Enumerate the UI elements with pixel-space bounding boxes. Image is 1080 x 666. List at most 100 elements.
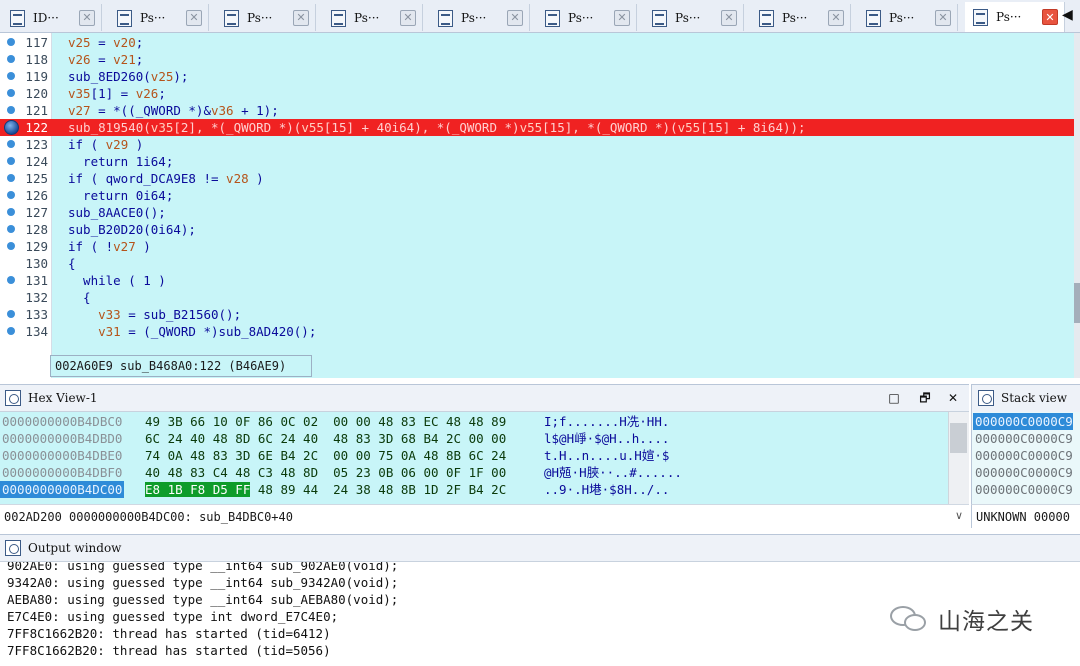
- code-line[interactable]: 133 v33 = sub_B21560();: [0, 306, 1074, 323]
- hex-status-bar: 002AD200 0000000000B4DC00: sub_B4DBC0+40: [0, 504, 969, 528]
- stack-row[interactable]: 000000C0000C9: [975, 481, 1073, 498]
- hex-address: 0000000000B4DBE0: [2, 448, 123, 463]
- variable-token[interactable]: v36: [211, 103, 234, 118]
- variable-token[interactable]: v25: [68, 35, 91, 50]
- hex-row[interactable]: 0000000000B4DBD0 6C 24 40 48 8D 6C 24 40 …: [0, 430, 948, 447]
- close-tab-icon[interactable]: ✕: [614, 9, 630, 26]
- tab-scroll-left-button[interactable]: ◀: [1062, 7, 1080, 27]
- code-text: sub_8AACE0();: [68, 205, 166, 220]
- code-line[interactable]: 117 v25 = v20;: [0, 34, 1074, 51]
- stack-list[interactable]: 000000C0000C9 000000C0000C9 000000C0000C9 0…: [971, 412, 1080, 504]
- minimize-icon[interactable]: □: [887, 391, 901, 405]
- variable-token[interactable]: v21: [113, 52, 136, 67]
- hex-row[interactable]: 0000000000B4DBC0 49 3B 66 10 0F 86 0C 02 …: [0, 413, 948, 430]
- line-number: 124: [25, 154, 48, 169]
- variable-token[interactable]: v26: [68, 52, 91, 67]
- variable-token[interactable]: v27: [113, 239, 136, 254]
- code-line[interactable]: 123 if ( v29 ): [0, 136, 1074, 153]
- code-line[interactable]: 127 sub_8AACE0();: [0, 204, 1074, 221]
- variable-token[interactable]: v35: [151, 120, 174, 135]
- chevron-down-icon[interactable]: ∨: [950, 504, 968, 528]
- tab-4[interactable]: Ps··· ✕: [323, 4, 423, 31]
- close-tab-icon[interactable]: ✕: [828, 9, 844, 26]
- hex-dump[interactable]: 0000000000B4DBC0 49 3B 66 10 0F 86 0C 02 …: [0, 412, 948, 504]
- wechat-icon: [888, 602, 932, 636]
- close-tab-icon[interactable]: ✕: [935, 9, 951, 26]
- close-tab-icon[interactable]: ✕: [1042, 9, 1058, 25]
- pseudocode-tab-icon: [865, 9, 883, 27]
- line-number: 134: [25, 324, 48, 339]
- code-scrollbar[interactable]: [1074, 33, 1080, 378]
- variable-token[interactable]: v29: [106, 137, 129, 152]
- tab-3[interactable]: Ps··· ✕: [216, 4, 316, 31]
- code-line[interactable]: 132 {: [0, 289, 1074, 306]
- tab-10[interactable]: Ps··· ✕: [965, 2, 1065, 32]
- close-tab-icon[interactable]: ✕: [507, 9, 523, 26]
- code-line[interactable]: 125 if ( qword_DCA9E8 != v28 ): [0, 170, 1074, 187]
- code-text: sub_B20D20(0i64);: [68, 222, 196, 237]
- code-line[interactable]: 121 v27 = *((_QWORD *)&v36 + 1);: [0, 102, 1074, 119]
- code-line[interactable]: 119 sub_8ED260(v25);: [0, 68, 1074, 85]
- tab-7[interactable]: Ps··· ✕: [644, 4, 744, 31]
- close-tab-icon[interactable]: ✕: [721, 9, 737, 26]
- tab-6[interactable]: Ps··· ✕: [537, 4, 637, 31]
- remaining-bytes: 48 89 44 24 38 48 8B 1D 2F B4 2C: [250, 482, 507, 497]
- pseudocode-tab-icon: [972, 8, 990, 26]
- stack-row[interactable]: 000000C0000C9: [975, 430, 1073, 447]
- tab-2[interactable]: Ps··· ✕: [109, 4, 209, 31]
- stack-row[interactable]: 000000C0000C9: [975, 464, 1073, 481]
- variable-token[interactable]: v20: [113, 35, 136, 50]
- variable-token[interactable]: v26: [136, 86, 159, 101]
- line-number: 120: [25, 86, 48, 101]
- stack-row[interactable]: 000000C0000C9: [975, 447, 1073, 464]
- code-line[interactable]: 124 return 1i64;: [0, 153, 1074, 170]
- close-tab-icon[interactable]: ✕: [186, 9, 202, 26]
- code-line[interactable]: 128 sub_B20D20(0i64);: [0, 221, 1074, 238]
- code-line[interactable]: 129 if ( !v27 ): [0, 238, 1074, 255]
- pseudocode-tab-icon: [223, 9, 241, 27]
- hex-row[interactable]: 0000000000B4DBE0 74 0A 48 83 3D 6E B4 2C …: [0, 447, 948, 464]
- tab-label: Ps···: [140, 10, 166, 25]
- breakpoint-line[interactable]: 122 sub_819540(v35[2], *(_QWORD *)(v55[15…: [0, 119, 1074, 136]
- tab-8[interactable]: Ps··· ✕: [751, 4, 851, 31]
- code-line[interactable]: 120 v35[1] = v26;: [0, 85, 1074, 102]
- code-line[interactable]: 126 return 0i64;: [0, 187, 1074, 204]
- variable-token[interactable]: v28: [226, 171, 249, 186]
- code-text: sub_8ED260(v25);: [68, 69, 189, 84]
- hex-row[interactable]: 0000000000B4DBF0 40 48 83 C4 48 C3 48 8D …: [0, 464, 948, 481]
- variable-token[interactable]: v55: [678, 120, 701, 135]
- variable-token[interactable]: v33: [98, 307, 121, 322]
- line-number: 127: [25, 205, 48, 220]
- output-line: 9342A0: using guessed type __int64 sub_9…: [7, 575, 399, 590]
- close-tab-icon[interactable]: ✕: [79, 9, 95, 26]
- tab-1[interactable]: ID··· ✕: [2, 4, 102, 31]
- tab-5[interactable]: Ps··· ✕: [430, 4, 530, 31]
- variable-token[interactable]: v55: [301, 120, 324, 135]
- pseudocode-view[interactable]: 117 v25 = v20; 118 v26 = v21; 119 sub_8ED260(…: [0, 33, 1080, 378]
- tab-9[interactable]: Ps··· ✕: [858, 4, 958, 31]
- restore-icon[interactable]: 🗗: [918, 391, 932, 405]
- variable-token[interactable]: v27: [68, 103, 91, 118]
- hex-scrollbar-thumb[interactable]: [950, 423, 967, 453]
- highlighted-bytes: E8 1B F8 D5 FF: [145, 482, 251, 497]
- variable-token[interactable]: v55: [520, 120, 543, 135]
- hex-view-titlebar: Hex View-1 □ 🗗 ✕: [0, 384, 969, 412]
- hex-ascii: @H兡·H脥··..#......: [544, 465, 682, 480]
- code-line[interactable]: 118 v26 = v21;: [0, 51, 1074, 68]
- output-line: 902AE0: using guessed type __int64 sub_9…: [7, 562, 399, 573]
- variable-token[interactable]: v35: [68, 86, 91, 101]
- code-scrollbar-thumb[interactable]: [1074, 283, 1080, 323]
- close-tab-icon[interactable]: ✕: [400, 9, 416, 26]
- code-text: return 1i64;: [68, 154, 174, 169]
- tab-label: Ps···: [568, 10, 594, 25]
- variable-token[interactable]: v31: [98, 324, 121, 339]
- code-text: {: [68, 290, 91, 305]
- code-line[interactable]: 130 {: [0, 255, 1074, 272]
- code-line[interactable]: 131 while ( 1 ): [0, 272, 1074, 289]
- hex-row[interactable]: 0000000000B4DC00 E8 1B F8 D5 FF 48 89 44 …: [0, 481, 948, 498]
- variable-token[interactable]: v25: [151, 69, 174, 84]
- stack-row[interactable]: 000000C0000C9: [973, 413, 1073, 430]
- close-tab-icon[interactable]: ✕: [293, 9, 309, 26]
- close-icon[interactable]: ✕: [946, 391, 960, 405]
- code-line[interactable]: 134 v31 = (_QWORD *)sub_8AD420();: [0, 323, 1074, 340]
